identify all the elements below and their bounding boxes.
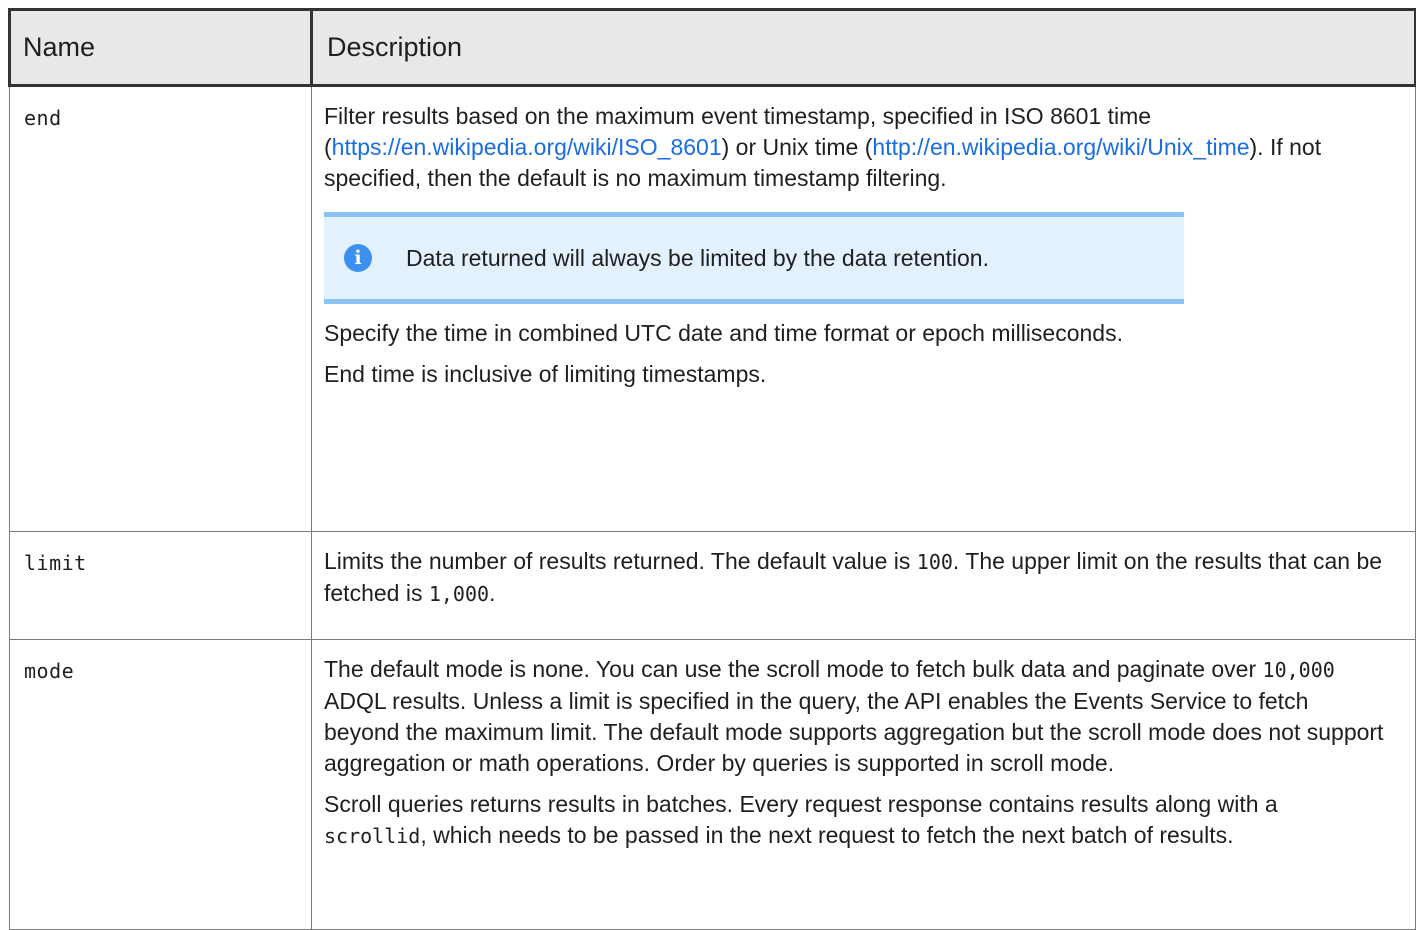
info-icon: i <box>344 244 372 272</box>
description-paragraph: Limits the number of results returned. T… <box>324 546 1385 610</box>
parameter-description: Limits the number of results returned. T… <box>311 531 1416 640</box>
description-paragraph: The default mode is none. You can use th… <box>324 654 1385 779</box>
parameter-description: Filter results based on the maximum even… <box>311 85 1416 532</box>
info-note: i Data returned will always be limited b… <box>324 212 1184 304</box>
description-paragraph: Specify the time in combined UTC date an… <box>324 320 1123 346</box>
description-column-header: Description <box>310 8 1416 87</box>
description-text: ADQL results. Unless a limit is specifie… <box>324 688 1384 776</box>
header-row: Name Description <box>8 8 1416 87</box>
table-body: end Filter results based on the maximum … <box>9 85 1416 930</box>
parameter-name: mode <box>9 639 312 930</box>
description-paragraph: End time is inclusive of limiting timest… <box>324 361 767 387</box>
unix-time-link[interactable]: http://en.wikipedia.org/wiki/Unix_time <box>872 134 1249 160</box>
description-text: , which needs to be passed in the next r… <box>420 822 1234 848</box>
description-text: . <box>489 580 496 606</box>
description-text: The default mode is none. You can use th… <box>324 656 1263 682</box>
iso-8601-link[interactable]: https://en.wikipedia.org/wiki/ISO_8601 <box>332 134 722 160</box>
table-row: limit Limits the number of results retur… <box>9 531 1416 640</box>
inline-code: 100 <box>916 550 953 574</box>
description-text: ) or Unix time ( <box>721 134 873 160</box>
description-paragraph: Filter results based on the maximum even… <box>324 101 1385 194</box>
parameters-table: Name Description end Filter results base… <box>8 8 1416 930</box>
name-column-header: Name <box>8 8 313 87</box>
table-row: mode The default mode is none. You can u… <box>9 639 1416 930</box>
info-note-text: Data returned will always be limited by … <box>406 244 989 271</box>
inline-code: scrollid <box>324 824 421 848</box>
parameters-table-container: Name Description end Filter results base… <box>8 8 1416 930</box>
parameter-name: limit <box>9 531 312 640</box>
parameter-name: end <box>9 85 312 532</box>
inline-code: 10,000 <box>1262 658 1335 682</box>
description-paragraph: Scroll queries returns results in batche… <box>324 789 1385 852</box>
description-text: Scroll queries returns results in batche… <box>324 791 1278 817</box>
table-row: end Filter results based on the maximum … <box>9 85 1416 532</box>
inline-code: 1,000 <box>428 582 490 606</box>
description-text: Limits the number of results returned. T… <box>324 548 917 574</box>
table-header: Name Description <box>8 8 1416 87</box>
parameter-description: The default mode is none. You can use th… <box>311 639 1416 930</box>
